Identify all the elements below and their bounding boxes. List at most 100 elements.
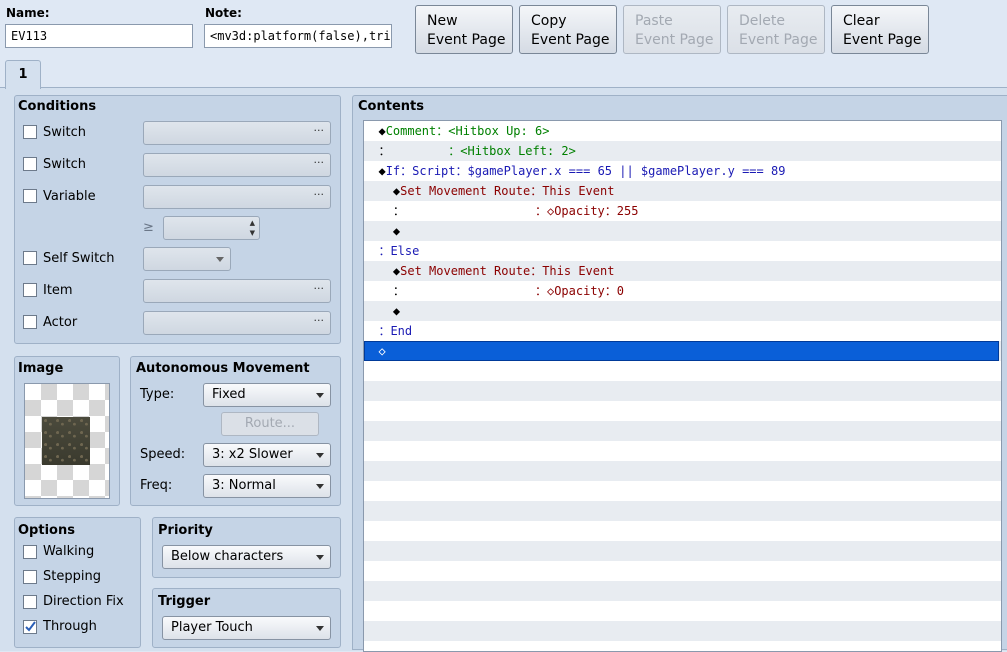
command-name: Set Movement Route [400,264,531,278]
new-button-line2: Event Page [427,32,506,48]
command-line-end[interactable]: ：End [364,321,999,341]
type-select[interactable]: Fixed [203,383,331,407]
delete-event-page-button[interactable]: Delete Event Page [727,5,825,54]
separator: ： [604,204,617,218]
separator: ： [392,284,405,298]
command-text: <Hitbox Up: 6> [448,124,550,138]
chevron-down-icon [316,555,324,560]
stepping-label: Stepping [43,569,101,584]
actor-checkbox[interactable] [23,315,37,329]
command-line-selected[interactable]: ◇ [364,341,999,361]
switch1-field[interactable]: ··· [143,121,331,145]
command-line-move-route-1[interactable]: ◆Set Movement Route：This Event [364,181,999,201]
event-command-list[interactable]: ◆Comment：<Hitbox Up: 6> ： ：<Hitbox Left:… [363,120,1002,652]
command-name: ：Else [378,244,420,258]
copy-button-line2: Event Page [531,32,610,48]
item-field[interactable]: ··· [143,279,331,303]
spinner-down-icon[interactable]: ▼ [250,229,255,237]
spinner-up-icon[interactable]: ▲ [250,219,255,227]
command-line-comment[interactable]: ◆Comment：<Hitbox Up: 6> [364,121,999,141]
actor-field[interactable]: ··· [143,311,331,335]
variable-dots: ··· [313,188,325,201]
delete-button-line1: Delete [739,13,785,29]
freq-label: Freq: [140,478,173,493]
command-name: ：End [378,324,413,338]
walking-label: Walking [43,544,95,559]
switch1-dots: ··· [313,124,325,137]
clear-event-page-button[interactable]: Clear Event Page [831,5,929,54]
chevron-down-icon [316,484,324,489]
freq-value: 3: Normal [212,478,276,493]
paste-button-line2: Event Page [635,32,714,48]
switch2-field[interactable]: ··· [143,153,331,177]
separator: ： [400,164,413,178]
type-value: Fixed [212,387,246,402]
command-line-opacity-2[interactable]: ： ：◇Opacity：0 [364,281,999,301]
switch1-checkbox[interactable] [23,125,37,139]
command-text: ◇Opacity [546,284,605,298]
image-title: Image [18,361,64,376]
priority-title: Priority [158,523,213,538]
name-label: Name: [6,6,50,20]
stepping-checkbox[interactable] [23,570,37,584]
variable-field[interactable]: ··· [143,185,331,209]
switch2-checkbox[interactable] [23,157,37,171]
variable-value-spinner[interactable]: ▲ ▼ [163,216,260,240]
name-input[interactable]: EV113 [5,24,193,48]
rock-tile-image [42,417,90,465]
separator: ： [392,204,405,218]
through-label: Through [43,619,97,634]
separator: ： [530,184,543,198]
separator: ： [378,144,391,158]
item-checkbox[interactable] [23,283,37,297]
variable-label: Variable [43,189,96,204]
route-button[interactable]: Route... [221,412,319,436]
self-switch-label: Self Switch [43,251,115,266]
command-text: <Hitbox Left: 2> [460,144,576,158]
separator: ： [455,164,468,178]
self-switch-select[interactable] [143,247,231,271]
copy-event-page-button[interactable]: Copy Event Page [519,5,617,54]
command-line-comment-cont[interactable]: ： ：<Hitbox Left: 2> [364,141,999,161]
trigger-select[interactable]: Player Touch [162,616,331,640]
tab-page-1[interactable]: 1 [5,60,41,89]
freq-select[interactable]: 3: Normal [203,474,331,498]
direction-fix-checkbox[interactable] [23,595,37,609]
command-name: Comment [385,124,437,138]
switch2-label: Switch [43,157,86,172]
speed-label: Speed: [140,447,186,462]
bullet-hollow-icon: ◇ [378,344,386,358]
switch2-dots: ··· [313,156,325,169]
options-title: Options [18,523,75,538]
event-image-preview[interactable] [24,383,110,499]
delete-button-line2: Event Page [739,32,818,48]
speed-select[interactable]: 3: x2 Slower [203,443,331,467]
chevron-down-icon [316,393,324,398]
copy-button-line1: Copy [531,13,567,29]
command-line-empty-1[interactable]: ◆ [364,221,999,241]
self-switch-checkbox[interactable] [23,251,37,265]
new-event-page-button[interactable]: New Event Page [415,5,513,54]
through-checkbox[interactable] [23,620,37,634]
walking-checkbox[interactable] [23,545,37,559]
command-line-if[interactable]: ◆If：Script：$gamePlayer.x === 65 || $game… [364,161,999,181]
paste-button-line1: Paste [635,13,673,29]
command-text: $gamePlayer.x === 65 || $gamePlayer.y ==… [467,164,786,178]
command-line-opacity-1[interactable]: ： ：◇Opacity：255 [364,201,999,221]
note-input[interactable]: <mv3d:platform(false),trig [204,24,392,48]
new-button-line1: New [427,13,458,29]
bullet-icon: ◆ [378,164,386,178]
priority-select[interactable]: Below characters [162,545,331,569]
variable-checkbox[interactable] [23,189,37,203]
actor-label: Actor [43,315,78,330]
paste-event-page-button[interactable]: Paste Event Page [623,5,721,54]
item-label: Item [43,283,73,298]
separator: ： [436,124,449,138]
actor-dots: ··· [313,314,325,327]
command-line-empty-2[interactable]: ◆ [364,301,999,321]
command-line-move-route-2[interactable]: ◆Set Movement Route：This Event [364,261,999,281]
command-name: If [385,164,401,178]
command-line-else[interactable]: ：Else [364,241,999,261]
checkmark-icon [25,621,36,632]
clear-button-line2: Event Page [843,32,922,48]
